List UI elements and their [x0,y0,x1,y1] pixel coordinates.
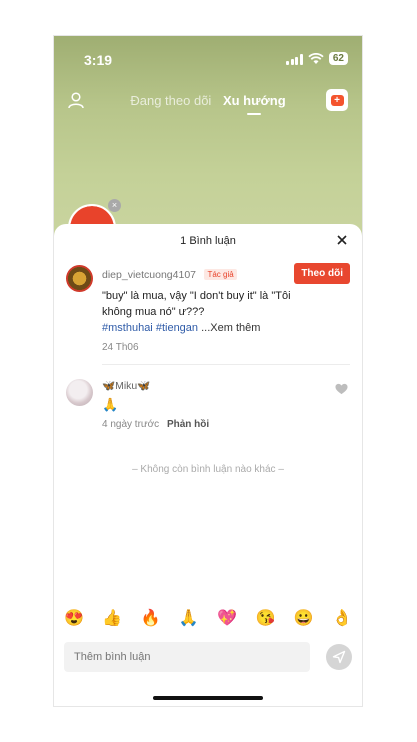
close-icon[interactable] [334,232,350,248]
comment-username[interactable]: diep_vietcuong4107 [102,269,196,281]
emoji-button[interactable]: 💖 [217,608,237,628]
hashtag-link[interactable]: #tiengan [156,322,198,334]
author-badge: Tác giả [204,269,237,280]
see-more-link[interactable]: ...Xem thêm [201,322,260,334]
top-navigation: Đang theo dõi Xu hướng [54,91,362,115]
comment-meta: 4 ngày trước Phản hồi [102,419,350,430]
phone-screen: 3:19 62 Đang theo dõi Xu hướng + × 1 Bìn… [53,35,363,707]
emoji-button[interactable]: 😀 [294,608,314,628]
follow-button[interactable]: Theo dõi [294,263,350,284]
comment-date: 24 Th06 [102,342,139,353]
emoji-button[interactable]: 👍 [102,608,122,628]
comment-body: diep_vietcuong4107 Tác giả Theo dõi "buy… [102,263,350,353]
comment-time: 4 ngày trước [102,419,160,430]
emoji-button[interactable]: 🔥 [141,608,161,628]
comments-count-title: 1 Bình luận [180,235,236,247]
status-bar: 3:19 62 [54,50,362,72]
comment-input-row [64,642,352,672]
tab-trending[interactable]: Xu hướng [223,93,286,115]
wifi-icon [308,52,324,64]
emoji-button[interactable]: 👌 [332,608,352,628]
avatar[interactable] [66,265,93,292]
hashtag-link[interactable]: #msthuhai [102,322,153,334]
live-icon: + [330,94,344,106]
sheet-header: 1 Bình luận [54,224,362,258]
live-button[interactable]: + [326,89,348,111]
send-button[interactable] [326,644,352,670]
reply-button[interactable]: Phản hồi [167,419,209,430]
home-indicator [153,696,263,700]
send-icon [332,650,346,664]
signal-icon [286,53,303,65]
comment-text: 🙏 [102,397,119,412]
comment-hashtags: #msthuhai #tiengan ...Xem thêm [102,320,350,336]
status-icons: 62 [286,52,348,65]
emoji-button[interactable]: 😘 [255,608,275,628]
emoji-bar: 😍 👍 🔥 🙏 💖 😘 😀 👌 [64,608,352,628]
comment-username[interactable]: 🦋Miku🦋 [102,379,350,392]
tab-following[interactable]: Đang theo dõi [130,93,211,108]
status-time: 3:19 [84,52,113,68]
comments-sheet: 1 Bình luận diep_vietcuong4107 Tác giả T… [54,224,362,706]
feed-tabs: Đang theo dõi Xu hướng [54,93,362,115]
comment-input[interactable] [64,642,310,672]
shop-badge-close-icon[interactable]: × [108,199,121,212]
heart-icon[interactable] [335,383,348,395]
battery-indicator: 62 [328,52,348,65]
emoji-button[interactable]: 🙏 [179,608,199,628]
comment-text: "buy" là mua, vậy "I don't buy it" là "T… [102,290,291,318]
end-of-comments-text: – Không còn bình luận nào khác – [132,464,284,475]
emoji-button[interactable]: 😍 [64,608,84,628]
divider [102,364,350,365]
avatar[interactable] [66,379,93,406]
comment-body: 🦋Miku🦋 🙏 4 ngày trước Phản hồi [102,379,350,430]
